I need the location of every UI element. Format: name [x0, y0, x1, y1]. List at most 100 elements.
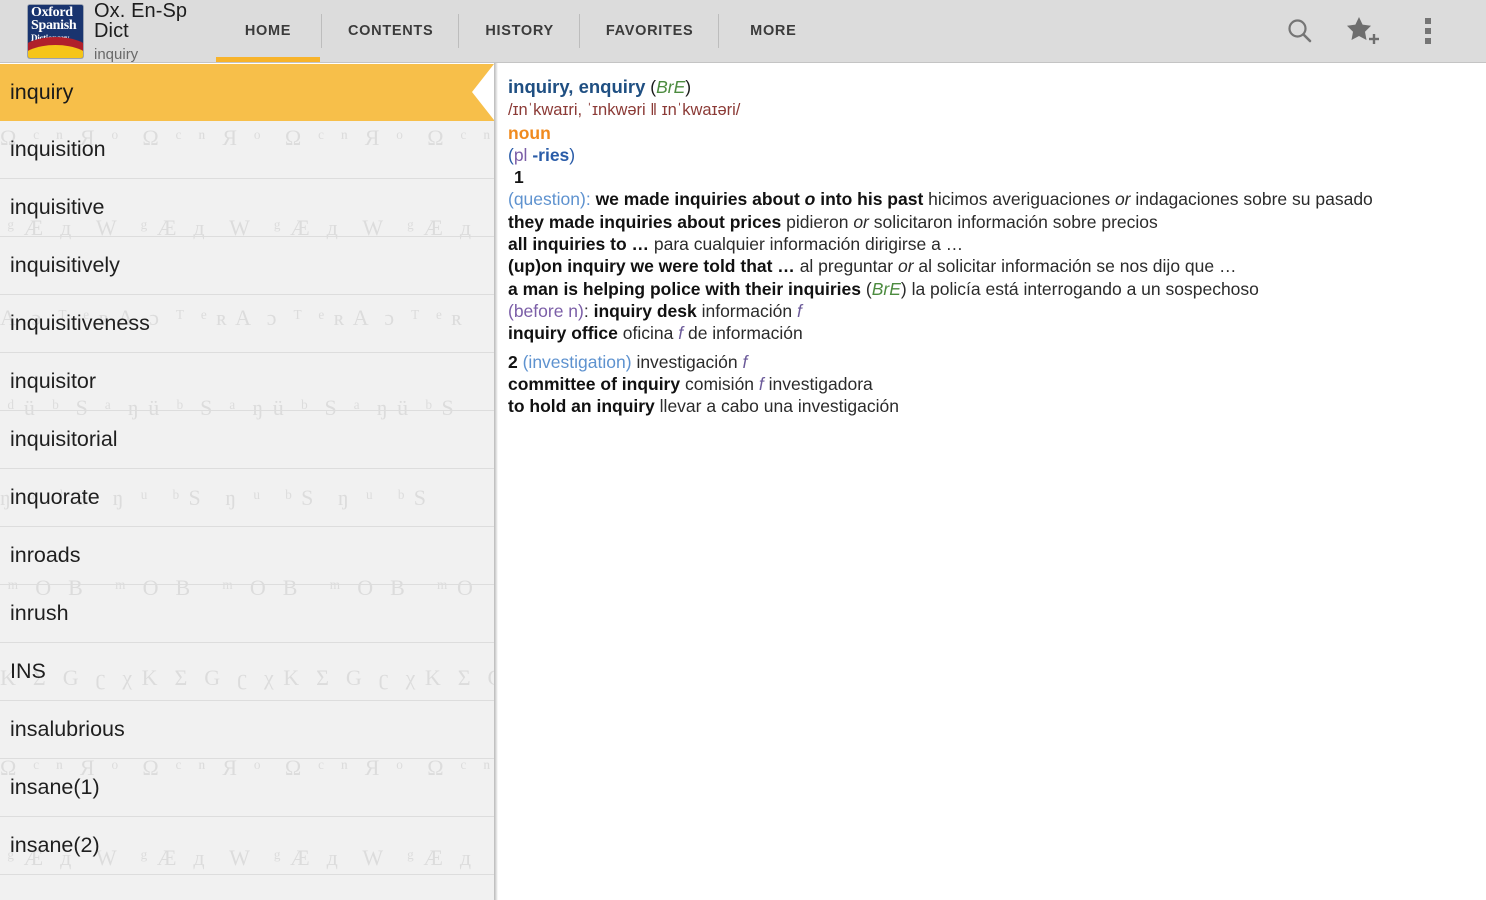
example-es: llevar a cabo una investigación	[659, 396, 899, 417]
example-es-connector: or	[1114, 189, 1131, 210]
cue-suffix: :	[583, 300, 589, 321]
definition-panel[interactable]: inquiry, enquiry (BrE) /ɪnˈkwaɪri, ˈɪnkw…	[498, 63, 1486, 900]
example-region-label: BrE	[871, 278, 901, 299]
example-es-2: investigadora	[768, 373, 873, 394]
word-list-items: inquiry inquisition inquisitive inquisit…	[0, 63, 494, 875]
example-es-2: solicitaron información sobre precios	[873, 211, 1158, 232]
example-es: comisión	[684, 373, 755, 394]
tab-contents[interactable]: CONTENTS	[322, 0, 460, 62]
search-icon	[1285, 16, 1315, 46]
brand-text: Ox. En-Sp Dict inquiry	[94, 1, 214, 62]
app-header: Oxford Spanish Dictionary Ox. En-Sp Dict…	[0, 0, 1486, 63]
app-body: Ω ᶜ ⁿ Я ᵒ Ω ᶜ ⁿ Я ᵒ Ω ᶜ ⁿ Я ᵒ Ω ᶜ ⁿ ᵍ Æ …	[0, 63, 1486, 900]
list-item-inquisitively[interactable]: inquisitively	[0, 237, 494, 295]
list-item-insalubrious[interactable]: insalubrious	[0, 701, 494, 759]
example-en: (up)on inquiry we were told that …	[508, 256, 795, 277]
list-item-inquisitiveness[interactable]: inquisitiveness	[0, 295, 494, 353]
entry-pronunciation: /ɪnˈkwaɪri, ˈɪnkwəri ‖ ɪnˈkwaɪəri/	[508, 101, 741, 120]
tab-home[interactable]: HOME	[214, 0, 322, 62]
logo-line-2: Spanish	[31, 17, 77, 33]
list-item-label: inquisition	[10, 137, 106, 161]
app-subtitle: inquiry	[94, 45, 139, 63]
list-item-label: inquorate	[10, 485, 100, 509]
entry-pronunciation-line: /ɪnˈkwaɪri, ˈɪnkwəri ‖ ɪnˈkwaɪəri/	[508, 98, 1486, 121]
tab-more-label: MORE	[750, 23, 797, 39]
sense-number: 2	[508, 351, 518, 372]
entry-part-of-speech: noun	[508, 122, 551, 143]
example-en: to hold an inquiry	[508, 396, 655, 417]
sense-1-example-2: they made inquiries about prices pidiero…	[508, 211, 1486, 233]
entry-region-label: BrE	[656, 77, 686, 97]
list-item-inquisitive[interactable]: inquisitive	[0, 179, 494, 237]
header-actions	[1268, 0, 1486, 62]
add-favorite-button[interactable]	[1332, 0, 1396, 63]
list-item-label: inquisitor	[10, 369, 97, 393]
sense-1-example-6: (before n): inquiry desk información f	[508, 300, 1486, 322]
header-spacer	[827, 0, 1268, 62]
example-en: we made inquiries about	[595, 189, 800, 210]
sense-1-example-3: all inquiries to … para cualquier inform…	[508, 233, 1486, 255]
main-tabs: HOME CONTENTS HISTORY FAVORITES MORE	[214, 0, 827, 62]
gender-marker: f	[796, 300, 802, 321]
list-item-label: insane(1)	[10, 775, 100, 799]
list-item-insane-2[interactable]: insane(2)	[0, 817, 494, 875]
entry-headword: inquiry, enquiry	[508, 76, 646, 97]
tab-favorites[interactable]: FAVORITES	[580, 0, 720, 62]
sense-1-example-5: a man is helping police with their inqui…	[508, 278, 1259, 299]
example-connector: o	[804, 189, 816, 210]
tab-history[interactable]: HISTORY	[459, 0, 580, 62]
list-item-inquisition[interactable]: inquisition	[0, 121, 494, 179]
list-item-ins[interactable]: INS	[0, 643, 494, 701]
oxford-spanish-dictionary-logo: Oxford Spanish Dictionary	[28, 4, 83, 58]
example-es-connector: or	[853, 211, 869, 232]
gender-marker: f	[758, 373, 764, 394]
overflow-menu-icon	[1425, 18, 1431, 44]
star-plus-icon	[1346, 15, 1382, 47]
tab-more[interactable]: MORE	[719, 0, 827, 62]
sense-1-number-line: 1	[508, 166, 1486, 188]
example-es: información	[701, 300, 793, 321]
overflow-menu-button[interactable]	[1396, 0, 1460, 63]
sense-cue-before-n: (before n)	[508, 300, 584, 321]
example-es: al preguntar	[799, 256, 894, 277]
entry-pos-line: noun	[508, 122, 1486, 144]
sense-2-example-1: committee of inquiry comisión f investig…	[508, 373, 1486, 395]
list-item-label: insane(2)	[10, 833, 100, 857]
word-list[interactable]: Ω ᶜ ⁿ Я ᵒ Ω ᶜ ⁿ Я ᵒ Ω ᶜ ⁿ Я ᵒ Ω ᶜ ⁿ ᵍ Æ …	[0, 63, 494, 900]
list-item-label: inquisitively	[10, 253, 120, 277]
example-es-2: al solicitar información se nos dijo que…	[918, 256, 1237, 277]
app-title: Ox. En-Sp Dict	[94, 0, 188, 42]
example-es: para cualquier información dirigirse a …	[653, 234, 964, 255]
list-item-inquisitor[interactable]: inquisitor	[0, 353, 494, 411]
sense-cue: (question):	[508, 189, 591, 210]
gender-marker: f	[742, 351, 748, 372]
example-en: inquiry office	[508, 323, 618, 344]
list-item-inquiry[interactable]: inquiry	[0, 63, 494, 121]
example-es: oficina	[622, 323, 674, 344]
list-item-inroads[interactable]: inroads	[0, 527, 494, 585]
sense-1-example-7: inquiry office oficina f de información	[508, 322, 1486, 344]
sense-translation: investigación	[636, 351, 738, 372]
example-en: all inquiries to …	[508, 234, 649, 255]
example-en-2: into his past	[820, 189, 924, 210]
list-item-label: inquiry	[10, 79, 74, 104]
list-item-label: inquisitiveness	[10, 311, 150, 335]
app-brand[interactable]: Oxford Spanish Dictionary Ox. En-Sp Dict…	[0, 0, 214, 62]
list-item-label: inroads	[10, 543, 81, 567]
tab-home-label: HOME	[244, 23, 292, 39]
sense-cue: (investigation)	[522, 351, 632, 372]
list-item-inquisitorial[interactable]: inquisitorial	[0, 411, 494, 469]
list-item-inrush[interactable]: inrush	[0, 585, 494, 643]
example-en: committee of inquiry	[508, 373, 681, 394]
example-es-connector: or	[897, 256, 914, 277]
tab-favorites-label: FAVORITES	[605, 23, 694, 39]
list-item-inquorate[interactable]: inquorate	[0, 469, 494, 527]
example-es: pidieron	[786, 211, 849, 232]
search-button[interactable]	[1268, 0, 1332, 63]
inflection-label: pl	[513, 144, 528, 165]
list-item-insane-1[interactable]: insane(1)	[0, 759, 494, 817]
example-es: la policía está interrogando a un sospec…	[911, 278, 1259, 299]
list-item-label: inquisitorial	[10, 427, 118, 451]
tab-history-label: HISTORY	[485, 23, 554, 39]
example-es-2: de información	[687, 323, 803, 344]
